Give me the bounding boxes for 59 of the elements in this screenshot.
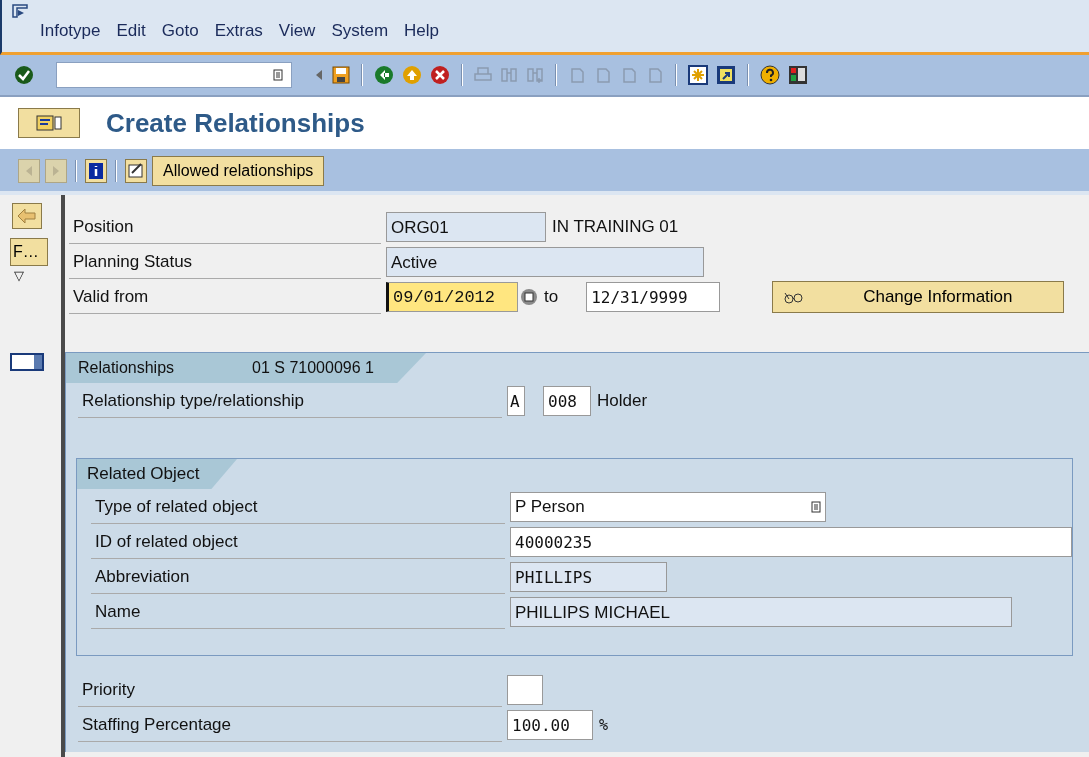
input-field[interactable]: 008 <box>543 385 591 416</box>
field-label: Relationship type/relationship <box>78 383 502 418</box>
screen-title: Create Relationships <box>106 107 365 139</box>
input-field[interactable]: 40000235 <box>510 526 1072 557</box>
input-field[interactable]: 12/31/9999 <box>586 281 721 312</box>
field-label: ID of related object <box>91 524 505 559</box>
input-field[interactable]: ORG01 <box>386 211 546 242</box>
command-field[interactable] <box>56 62 292 88</box>
new-session-icon[interactable] <box>688 65 708 85</box>
object-toggle-button[interactable] <box>18 108 80 138</box>
input-field[interactable]: 100.00 <box>507 709 593 740</box>
dropdown-icon[interactable] <box>811 500 821 513</box>
enter-icon[interactable] <box>14 65 34 85</box>
cancel-icon[interactable] <box>430 65 450 85</box>
input-field[interactable]: Active <box>386 246 704 277</box>
field-label: Valid from <box>69 279 381 314</box>
panel-title: Relationships <box>78 358 175 378</box>
field-label: Type of related object <box>91 489 505 524</box>
input-field[interactable]: PHILLIPS MICHAEL <box>510 596 1012 627</box>
dropdown-icon[interactable] <box>273 69 283 81</box>
dropdown-field[interactable]: P Person <box>510 491 826 522</box>
to-label: to <box>544 286 559 307</box>
back-icon[interactable] <box>374 65 394 85</box>
field-label: Priority <box>78 672 502 707</box>
position-name: IN TRAINING 01 <box>552 216 679 237</box>
relationship-name: Holder <box>597 390 648 411</box>
group-title: Related Object <box>77 459 237 489</box>
menu-item[interactable]: Infotype <box>40 21 101 41</box>
input-field[interactable]: A <box>507 385 525 416</box>
field-label: Planning Status <box>69 244 381 279</box>
edit-icon[interactable] <box>125 159 147 183</box>
menu-item[interactable]: System <box>331 21 389 41</box>
menu-item[interactable]: Help <box>404 21 440 41</box>
allowed-relationships-button[interactable]: Allowed relationships <box>152 156 325 186</box>
menu-item[interactable]: Edit <box>116 21 146 41</box>
help-icon[interactable] <box>760 65 780 85</box>
menu-item[interactable]: View <box>278 21 316 41</box>
calendar-icon[interactable] <box>520 287 538 306</box>
input-field[interactable] <box>507 674 543 705</box>
expand-toggle[interactable]: ▽ <box>14 268 24 283</box>
layout-icon[interactable] <box>788 65 808 85</box>
unit-label: % <box>599 715 609 734</box>
change-information-button[interactable]: Change Information <box>772 280 1065 313</box>
menu-item[interactable]: Extras <box>214 21 263 41</box>
window-icon[interactable] <box>10 353 44 371</box>
side-button[interactable]: F… <box>10 238 48 266</box>
collapse-icon[interactable] <box>314 68 324 82</box>
field-label: Position <box>69 209 381 244</box>
input-field[interactable]: PHILLIPS <box>510 561 667 592</box>
info-icon[interactable] <box>85 159 107 183</box>
shortcut-icon[interactable] <box>716 65 736 85</box>
field-label: Abbreviation <box>91 559 505 594</box>
object-key: 01 S 71000096 1 <box>252 353 374 383</box>
menu-item[interactable]: Goto <box>161 21 199 41</box>
menu-icon[interactable] <box>12 4 28 18</box>
field-label: Staffing Percentage <box>78 707 502 742</box>
save-icon[interactable] <box>332 66 350 84</box>
field-label: Name <box>91 594 505 629</box>
input-field[interactable]: 09/01/2012 <box>386 281 518 312</box>
